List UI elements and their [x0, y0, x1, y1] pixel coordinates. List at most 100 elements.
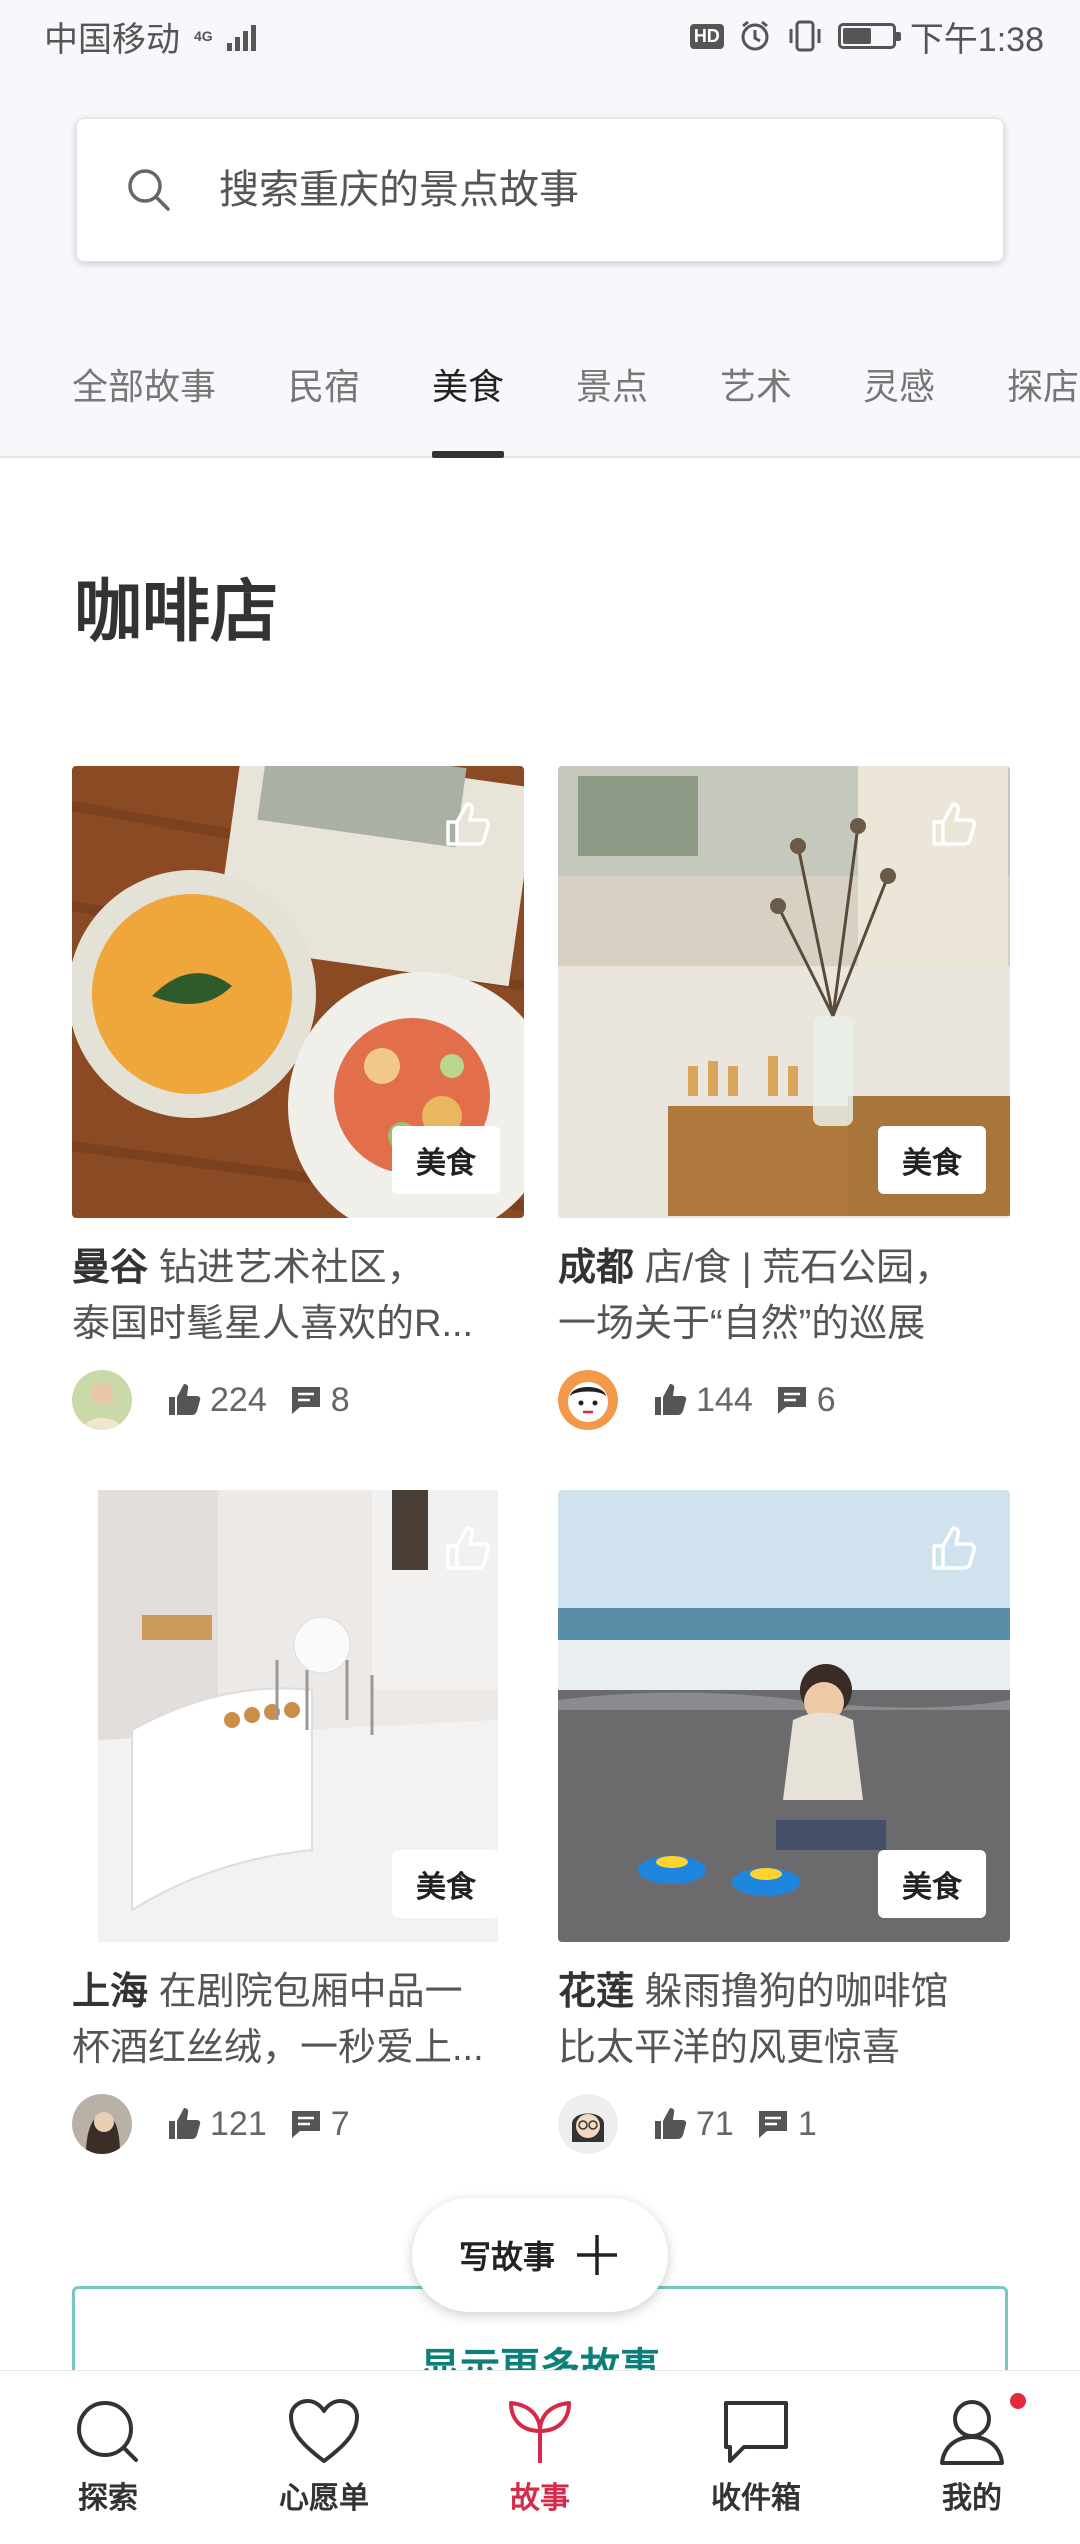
- thumbs-up-icon: [169, 2108, 201, 2139]
- story-title[interactable]: 上海 在剧院包厢中品一 杯酒红丝绒，一秒爱上...: [72, 1964, 524, 2076]
- nav-explore[interactable]: 探索: [0, 2371, 216, 2544]
- comment-icon: [758, 2111, 787, 2138]
- comment-icon: [291, 1387, 320, 1414]
- story-title-line2: 泰国时髦星人喜欢的R...: [72, 1303, 474, 1345]
- section-title: 咖啡店: [74, 574, 279, 650]
- tab-all-stories[interactable]: 全部故事: [72, 358, 216, 458]
- status-bar: 中国移动 4G HD 下午1:38: [0, 0, 1080, 72]
- write-story-button[interactable]: 写故事: [412, 2198, 668, 2312]
- nav-stories[interactable]: 故事: [432, 2371, 648, 2544]
- likes-count: 71: [696, 2104, 734, 2143]
- search-icon: [128, 169, 170, 211]
- tab-art[interactable]: 艺术: [720, 358, 792, 458]
- story-title-line2: 比太平洋的风更惊喜: [558, 2027, 901, 2069]
- author-avatar[interactable]: [72, 1370, 132, 1430]
- story-card[interactable]: 美食 花莲 躲雨撸狗的咖啡馆 比太平洋的风更惊喜 71 1: [558, 1490, 1010, 2154]
- vibrate-icon: [789, 20, 821, 52]
- comments: 1: [756, 2105, 817, 2144]
- category-badge: 美食: [878, 1126, 986, 1194]
- likes: 71: [652, 2105, 734, 2144]
- header-area: 全部故事 民宿 美食 景点 艺术 灵感 探店: [0, 72, 1080, 458]
- story-image[interactable]: 美食: [72, 766, 524, 1218]
- tab-attractions[interactable]: 景点: [576, 358, 648, 458]
- tab-inspiration[interactable]: 灵感: [863, 358, 935, 458]
- story-title-line1: 店/食 | 荒石公园，: [644, 1247, 953, 1289]
- story-image[interactable]: 美食: [558, 766, 1010, 1218]
- author-avatar[interactable]: [72, 2094, 132, 2154]
- likes-count: 144: [696, 1380, 753, 1419]
- nav-wishlist[interactable]: 心愿单: [216, 2371, 432, 2544]
- heart-icon: [289, 2399, 359, 2463]
- story-card[interactable]: 美食 上海 在剧院包厢中品一 杯酒红丝绒，一秒爱上... 121 7: [72, 1490, 524, 2154]
- author-avatar[interactable]: [558, 2094, 618, 2154]
- thumbs-up-icon[interactable]: [442, 798, 494, 850]
- comments: 8: [289, 1381, 350, 1420]
- thumbs-up-icon[interactable]: [442, 1522, 494, 1574]
- notification-dot: [1010, 2393, 1026, 2409]
- category-badge: 美食: [392, 1126, 500, 1194]
- story-title[interactable]: 花莲 躲雨撸狗的咖啡馆 比太平洋的风更惊喜: [558, 1964, 1010, 2076]
- author-avatar[interactable]: [558, 1370, 618, 1430]
- status-right: HD 下午1:38: [689, 12, 1044, 61]
- clock: 下午1:38: [909, 20, 1044, 59]
- story-title-line1: 在剧院包厢中品一: [158, 1971, 463, 2013]
- story-card[interactable]: 美食 成都 店/食 | 荒石公园， 一场关于“自然”的巡展 144 6: [558, 766, 1010, 1430]
- story-meta: 144 6: [558, 1370, 1010, 1430]
- story-title[interactable]: 成都 店/食 | 荒石公园， 一场关于“自然”的巡展: [558, 1240, 1010, 1352]
- carrier-label: 中国移动: [44, 20, 180, 59]
- category-tabs: 全部故事 民宿 美食 景点 艺术 灵感 探店: [0, 358, 1080, 458]
- sprout-icon: [509, 2401, 571, 2463]
- likes: 144: [652, 1381, 753, 1420]
- comments-count: 6: [816, 1380, 836, 1419]
- comments: 6: [775, 1381, 836, 1420]
- likes: 224: [166, 1381, 267, 1420]
- profile-icon: [940, 2400, 1004, 2465]
- comment-icon: [777, 1387, 806, 1414]
- thumbs-up-icon: [655, 2108, 687, 2139]
- thumbs-up-icon[interactable]: [928, 1522, 980, 1574]
- story-image[interactable]: 美食: [558, 1490, 1010, 1942]
- tab-homestay[interactable]: 民宿: [288, 358, 360, 458]
- comments-count: 8: [330, 1380, 350, 1419]
- chat-bubble-icon: [724, 2401, 788, 2463]
- comments-count: 1: [797, 2104, 817, 2143]
- nav-profile[interactable]: 我的: [864, 2371, 1080, 2544]
- search-bar[interactable]: [76, 118, 1004, 262]
- search-input[interactable]: [219, 167, 919, 213]
- tab-food[interactable]: 美食: [432, 358, 505, 458]
- story-city: 花莲: [558, 1971, 635, 2013]
- tab-store-visit[interactable]: 探店: [1007, 358, 1079, 458]
- story-meta: 224 8: [72, 1370, 524, 1430]
- likes-count: 224: [210, 1380, 267, 1419]
- story-city: 曼谷: [72, 1247, 149, 1289]
- bottom-nav: 探索 心愿单 故事 收件箱 我的: [0, 2370, 1080, 2544]
- story-title-line2: 一场关于“自然”的巡展: [558, 1303, 926, 1345]
- plus-icon: [577, 2235, 617, 2275]
- alarm-icon: [741, 20, 769, 51]
- comment-icon: [291, 2111, 320, 2138]
- signal-icon: [226, 21, 256, 51]
- story-title-line1: 躲雨撸狗的咖啡馆: [644, 1971, 949, 2013]
- nav-explore-label: 探索: [78, 2482, 138, 2515]
- nav-inbox[interactable]: 收件箱: [648, 2371, 864, 2544]
- search-icon: [77, 2401, 138, 2462]
- story-title[interactable]: 曼谷 钻进艺术社区， 泰国时髦星人喜欢的R...: [72, 1240, 524, 1352]
- write-story-label: 写故事: [458, 2239, 555, 2275]
- story-city: 成都: [558, 1247, 635, 1289]
- thumbs-up-icon: [655, 1384, 687, 1415]
- thumbs-up-icon[interactable]: [928, 798, 980, 850]
- story-image[interactable]: 美食: [72, 1490, 524, 1942]
- story-meta: 71 1: [558, 2094, 1010, 2154]
- story-title-line1: 钻进艺术社区，: [158, 1247, 425, 1289]
- story-title-line2: 杯酒红丝绒，一秒爱上...: [72, 2027, 484, 2069]
- comments-count: 7: [330, 2104, 350, 2143]
- category-badge: 美食: [878, 1850, 986, 1918]
- network-type-label: 4G: [194, 28, 213, 44]
- story-city: 上海: [72, 1971, 149, 2013]
- battery-icon: [837, 23, 901, 49]
- nav-stories-label: 故事: [510, 2482, 570, 2515]
- hd-badge: HD: [689, 23, 724, 49]
- battery-fill: [842, 28, 871, 44]
- likes: 121: [166, 2105, 267, 2144]
- story-card[interactable]: 美食 曼谷 钻进艺术社区， 泰国时髦星人喜欢的R... 224 8: [72, 766, 524, 1430]
